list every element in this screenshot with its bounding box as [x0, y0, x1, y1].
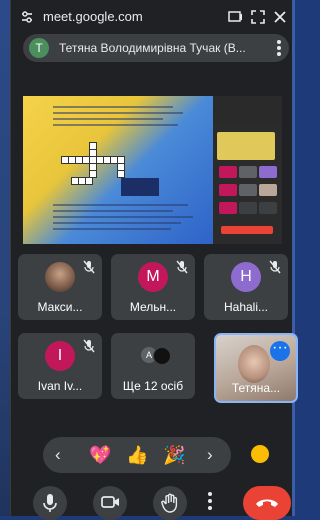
raise-hand-button[interactable]: [153, 486, 187, 520]
address-bar-url[interactable]: meet.google.com: [43, 9, 143, 24]
chevron-left-icon[interactable]: ‹: [55, 445, 61, 465]
mic-off-icon: [83, 339, 95, 353]
fullscreen-icon[interactable]: [250, 9, 266, 25]
browser-toolbar: meet.google.com: [11, 0, 292, 34]
cast-icon[interactable]: [227, 9, 243, 25]
participant-avatar: H: [231, 262, 261, 292]
reactions-bar: ‹ 💖 👍 🎉 ›: [43, 437, 231, 473]
mic-off-icon: [83, 260, 95, 274]
participant-avatar: M: [138, 262, 168, 292]
participant-tile[interactable]: M Мельн...: [111, 254, 195, 320]
site-settings-icon[interactable]: [19, 9, 35, 25]
participant-tile[interactable]: H Hahali...: [204, 254, 288, 320]
mic-off-icon: [176, 260, 188, 274]
thumbs-up-icon[interactable]: 👍: [126, 444, 148, 466]
participant-name: Hahali...: [223, 300, 269, 314]
participant-name: Тетяна...: [231, 381, 281, 395]
group-avatars: A: [141, 347, 171, 365]
participant-name: Мельн...: [129, 300, 177, 314]
reaction-skin-tone-icon[interactable]: [251, 445, 269, 463]
chevron-right-icon[interactable]: ›: [207, 445, 213, 465]
end-call-icon: [256, 499, 278, 507]
end-call-button[interactable]: [243, 486, 291, 520]
participant-name: Ivan Iv...: [37, 379, 83, 393]
self-view-tile[interactable]: ··· Тетяна...: [214, 333, 298, 403]
participant-tile[interactable]: I Ivan Iv...: [18, 333, 102, 399]
self-video-face: [238, 345, 270, 383]
participant-tile[interactable]: Макси...: [18, 254, 102, 320]
camera-button[interactable]: [93, 486, 127, 520]
participant-avatar: I: [45, 341, 75, 371]
mic-off-icon: [269, 260, 281, 274]
more-participants-tile[interactable]: A Ще 12 осіб: [111, 333, 195, 399]
mic-icon: [43, 494, 57, 512]
close-icon[interactable]: [272, 9, 288, 25]
sparkling-heart-icon[interactable]: 💖: [89, 444, 111, 466]
shared-slide: [23, 96, 213, 244]
presentation-view[interactable]: [23, 96, 282, 244]
self-options-icon[interactable]: ···: [270, 340, 290, 361]
party-popper-icon[interactable]: 🎉: [163, 444, 185, 466]
more-options-button[interactable]: [207, 492, 213, 514]
more-options-icon[interactable]: [277, 40, 281, 56]
participant-name: Макси...: [37, 300, 83, 314]
slide-logo: [121, 178, 159, 196]
participant-avatar-photo: [45, 262, 75, 292]
hand-icon: [161, 493, 178, 513]
meeting-info-bar[interactable]: T Тетяна Володимирівна Тучак (В...: [23, 34, 289, 62]
meeting-host-avatar: T: [29, 38, 49, 58]
more-participants-label: Ще 12 осіб: [122, 379, 184, 393]
meet-window: meet.google.com T Тетяна Володимирівна Т…: [10, 0, 298, 520]
presenter-thumbnail-panel: [213, 126, 282, 244]
camera-icon: [101, 496, 119, 508]
mic-button[interactable]: [33, 486, 67, 520]
meeting-title: Тетяна Володимирівна Тучак (В...: [59, 41, 246, 55]
